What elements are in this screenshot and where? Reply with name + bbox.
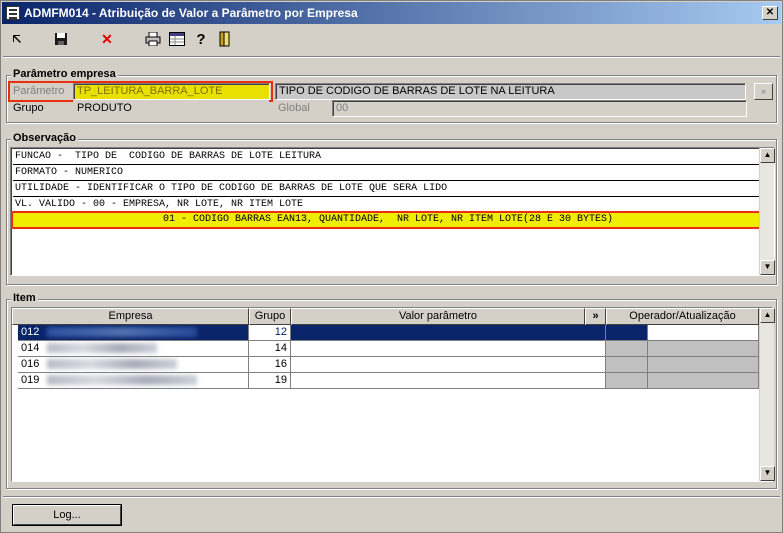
grupo-field: PRODUTO	[73, 100, 269, 117]
help-icon[interactable]: ?	[191, 29, 211, 49]
descricao-field: TIPO DE CODIGO DE BARRAS DE LOTE NA LEIT…	[275, 83, 746, 100]
col-header-empresa[interactable]: Empresa	[12, 308, 249, 325]
empresa-cell: 014	[21, 342, 40, 354]
scroll-down-icon[interactable]: ▼	[760, 466, 775, 481]
redacted-name	[47, 375, 198, 386]
observacao-label: Observação	[11, 132, 78, 144]
grupo-cell[interactable]: 12	[249, 325, 291, 341]
app-icon	[6, 6, 20, 20]
main-window: ADMFM014 - Atribuição de Valor a Parâmet…	[0, 0, 783, 533]
scroll-down-icon[interactable]: ▼	[760, 260, 775, 275]
col-header-valor[interactable]: Valor parâmetro	[291, 308, 585, 325]
empresa-cell: 016	[21, 358, 40, 370]
grid-icon[interactable]	[167, 29, 187, 49]
print-icon[interactable]	[143, 29, 163, 49]
save-icon[interactable]	[51, 29, 71, 49]
descricao-expand-button[interactable]: »	[754, 83, 773, 100]
parametro-field[interactable]: TP_LEITURA_BARRA_LOTE	[73, 83, 270, 100]
footer-separator	[3, 496, 780, 498]
atualizacao-cell	[648, 341, 759, 357]
grupo-cell[interactable]: 14	[249, 341, 291, 357]
close-button[interactable]: ✕	[762, 6, 778, 20]
global-label: Global	[278, 102, 310, 114]
memo-line: UTILIDADE - IDENTIFICAR O TIPO DE CODIGO…	[13, 182, 761, 197]
redacted-name	[47, 343, 158, 354]
valor-cell[interactable]	[291, 357, 606, 373]
delete-icon[interactable]: ✕	[97, 29, 117, 49]
grupo-label: Grupo	[13, 102, 44, 114]
scroll-up-icon[interactable]: ▲	[760, 148, 775, 163]
memo-line-highlighted: 01 - CODIGO BARRAS EAN13, QUANTIDADE, NR…	[11, 211, 763, 229]
memo-line: FORMATO - NUMERICO	[13, 166, 761, 181]
col-header-grupo[interactable]: Grupo	[249, 308, 291, 325]
operador-cell	[606, 373, 648, 389]
redacted-name	[47, 327, 198, 338]
observacao-memo[interactable]: FUNCAO - TIPO DE CODIGO DE BARRAS DE LOT…	[10, 147, 775, 276]
atualizacao-cell	[648, 357, 759, 373]
grupo-cell[interactable]: 19	[249, 373, 291, 389]
memo-line: FUNCAO - TIPO DE CODIGO DE BARRAS DE LOT…	[13, 150, 761, 165]
valor-cell[interactable]	[291, 373, 606, 389]
memo-scrollbar[interactable]: ▲ ▼	[759, 148, 775, 275]
table-row[interactable]: 016	[18, 357, 249, 373]
col-header-operador[interactable]: Operador/Atualização	[606, 308, 759, 325]
operador-cell	[606, 341, 648, 357]
atualizacao-cell	[648, 373, 759, 389]
item-label: Item	[11, 292, 38, 304]
scroll-up-icon[interactable]: ▲	[760, 308, 775, 323]
table-row[interactable]: 019	[18, 373, 249, 389]
item-grid: Empresa Grupo Valor parâmetro » Operador…	[11, 307, 775, 482]
window-title: ADMFM014 - Atribuição de Valor a Parâmet…	[24, 6, 358, 20]
valor-cell[interactable]	[291, 341, 606, 357]
empresa-cell: 019	[21, 374, 40, 386]
table-row[interactable]: 012	[18, 325, 249, 341]
parametro-empresa-label: Parâmetro empresa	[11, 68, 118, 80]
back-icon[interactable]	[7, 29, 27, 49]
empresa-cell: 012	[21, 326, 40, 338]
log-button[interactable]: Log...	[13, 505, 121, 525]
toolbar: ✕ ?	[3, 27, 780, 53]
title-bar: ADMFM014 - Atribuição de Valor a Parâmet…	[2, 2, 781, 24]
operador-cell	[606, 357, 648, 373]
valor-cell[interactable]	[291, 325, 606, 341]
toolbar-separator	[3, 56, 780, 58]
exit-icon[interactable]	[215, 29, 235, 49]
grupo-cell[interactable]: 16	[249, 357, 291, 373]
global-field: 00	[332, 100, 747, 117]
table-row[interactable]: 014	[18, 341, 249, 357]
atualizacao-cell	[648, 325, 759, 341]
operador-cell	[606, 325, 648, 341]
grid-scrollbar[interactable]: ▲ ▼	[759, 308, 775, 481]
redacted-name	[47, 359, 178, 370]
col-header-expand[interactable]: »	[585, 308, 606, 325]
